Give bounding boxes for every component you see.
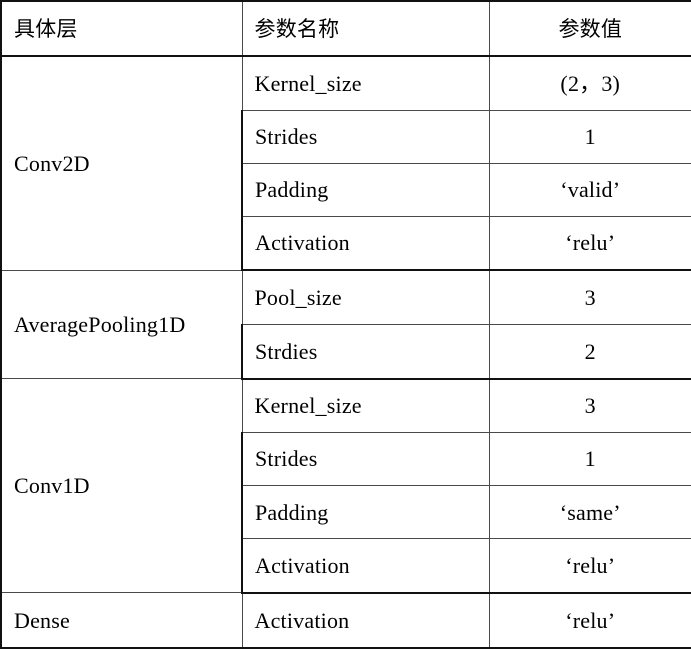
header-label-parameter-name: 参数名称 (254, 16, 340, 41)
layer-cell-conv2d: Conv2D (0, 55, 243, 271)
header-cell-parameter-name: 参数名称 (241, 0, 490, 58)
table-row: AveragePooling1D Pool_size 3 (0, 269, 691, 380)
layer-cell-averagepooling1d: AveragePooling1D (0, 269, 243, 380)
parameter-table-container: 具体层 参数名称 参数值 Conv2D Kernel_size (2，3) St… (0, 0, 691, 649)
parameter-value-cell: (2，3) (488, 55, 691, 111)
table-header-row: 具体层 参数名称 参数值 (0, 0, 691, 58)
table-row: Conv1D Kernel_size 3 (0, 378, 691, 594)
parameter-value-cell: ‘relu’ (488, 215, 691, 272)
parameter-name-cell: Strides (241, 109, 490, 164)
layer-cell-conv1d: Conv1D (0, 378, 243, 594)
header-label-parameter-value: 参数值 (558, 16, 623, 41)
parameter-name-cell: Activation (241, 215, 490, 272)
table-row: Dense Activation ‘relu’ (0, 592, 691, 649)
parameter-name-cell: Pool_size (241, 269, 490, 325)
parameter-name-cell: Kernel_size (241, 378, 490, 434)
header-cell-parameter-value: 参数值 (488, 0, 691, 58)
table-row: Conv2D Kernel_size (2，3) (0, 55, 691, 271)
parameter-name-cell: Kernel_size (241, 55, 490, 111)
header-cell-layer: 具体层 (0, 0, 243, 58)
parameter-name-cell: Activation (241, 592, 490, 649)
table-body: 具体层 参数名称 参数值 Conv2D Kernel_size (2，3) St… (0, 0, 691, 649)
parameter-value-cell: ‘valid’ (488, 162, 691, 217)
parameter-value-cell: ‘relu’ (488, 538, 691, 594)
parameter-value-cell: ‘same’ (488, 485, 691, 540)
parameter-name-cell: Padding (241, 162, 490, 217)
parameter-value-cell: 1 (488, 432, 691, 487)
parameter-value-cell: 2 (488, 323, 691, 380)
parameter-value-cell: 3 (488, 269, 691, 325)
parameter-name-cell: Strdies (241, 323, 490, 380)
parameter-name-cell: Padding (241, 485, 490, 540)
header-label-layer: 具体层 (14, 16, 78, 41)
parameter-name-cell: Strides (241, 432, 490, 487)
parameter-value-cell: 1 (488, 109, 691, 164)
parameter-value-cell: 3 (488, 378, 691, 434)
parameter-name-cell: Activation (241, 538, 490, 594)
layer-cell-dense: Dense (0, 592, 243, 649)
network-layer-parameter-table: 具体层 参数名称 参数值 Conv2D Kernel_size (2，3) St… (0, 0, 691, 649)
parameter-value-cell: ‘relu’ (488, 592, 691, 649)
